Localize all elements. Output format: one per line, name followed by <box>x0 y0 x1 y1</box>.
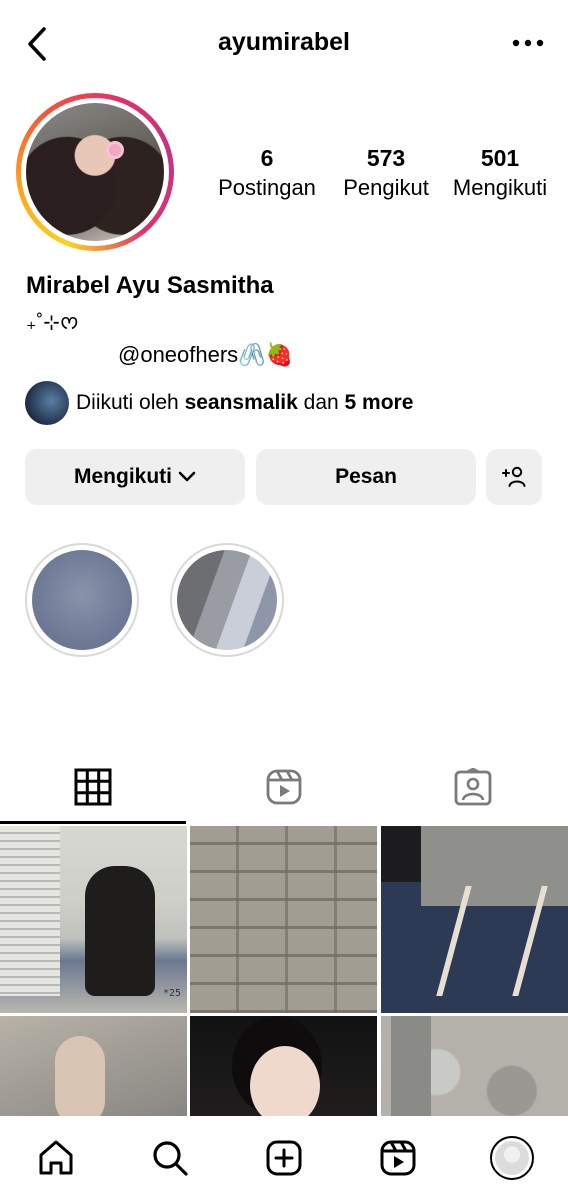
grid-post[interactable]: *25 <box>0 826 187 1013</box>
profile-full-name: Mirabel Ayu Sasmitha <box>26 272 274 299</box>
reels-icon <box>266 769 301 805</box>
more-options-button[interactable] <box>510 28 546 58</box>
posts-stat[interactable]: 6 Postingan <box>207 145 327 205</box>
posts-count: 6 <box>260 145 274 171</box>
followers-stat[interactable]: 573 Pengikut <box>332 145 440 205</box>
nav-create[interactable] <box>260 1134 308 1182</box>
grid-post[interactable] <box>381 826 568 1013</box>
bio-line: ₊˚⊹ᰔ <box>26 312 79 334</box>
posts-label: Postingan <box>218 175 316 200</box>
following-button-label: Mengikuti <box>74 465 172 488</box>
grid-post[interactable] <box>190 1016 377 1116</box>
nav-profile[interactable] <box>488 1134 536 1182</box>
followers-count: 573 <box>366 145 406 171</box>
message-button[interactable]: Pesan <box>256 449 476 505</box>
tab-tagged[interactable] <box>378 750 568 824</box>
grid-post[interactable] <box>381 1016 568 1116</box>
home-icon <box>39 1140 73 1175</box>
following-label: Mengikuti <box>452 175 548 200</box>
nav-search[interactable] <box>146 1134 194 1182</box>
more-horizontal-icon <box>512 39 544 47</box>
bio-mention[interactable]: @oneofhers🖇️🍓 <box>118 342 293 368</box>
followed-by-more: 5 more <box>344 391 414 414</box>
profile-username: ayumirabel <box>217 28 350 56</box>
grid-icon <box>74 768 112 806</box>
bottom-navigation <box>0 1116 568 1199</box>
chevron-down-icon <box>178 471 196 482</box>
post-watermark: *25 <box>162 988 181 999</box>
followed-by-middle: dan <box>297 391 345 414</box>
nav-reels[interactable] <box>374 1134 422 1182</box>
profile-photo <box>26 103 164 241</box>
active-tab-indicator <box>0 821 186 824</box>
create-post-icon <box>266 1140 302 1176</box>
add-person-icon <box>502 466 526 487</box>
following-stat[interactable]: 501 Mengikuti <box>444 145 556 205</box>
highlight-cover <box>32 550 132 650</box>
profile-tabs <box>0 750 568 824</box>
grid-post[interactable] <box>0 1016 187 1116</box>
followed-by-user: seansmalik <box>184 391 298 414</box>
tagged-person-icon <box>454 768 492 806</box>
nav-home[interactable] <box>32 1134 80 1182</box>
profile-avatar-icon <box>490 1136 534 1180</box>
following-button[interactable]: Mengikuti <box>25 449 245 505</box>
message-button-label: Pesan <box>335 465 397 488</box>
following-count: 501 <box>480 145 520 171</box>
followed-by[interactable]: Diikuti oleh seansmalik dan 5 more <box>25 380 413 426</box>
followers-label: Pengikut <box>343 175 429 200</box>
mutual-follower-avatar <box>25 381 69 425</box>
story-highlight[interactable] <box>25 543 139 657</box>
tab-posts-grid[interactable] <box>0 750 186 824</box>
posts-grid: *25 <box>0 826 568 1116</box>
story-highlight[interactable] <box>170 543 284 657</box>
suggested-users-button[interactable] <box>486 449 542 505</box>
followed-by-prefix: Diikuti oleh <box>76 391 185 414</box>
top-bar: ayumirabel <box>0 0 568 90</box>
reels-icon <box>380 1140 416 1176</box>
search-icon <box>153 1141 188 1176</box>
highlight-cover <box>177 550 277 650</box>
tab-reels[interactable] <box>189 750 378 824</box>
profile-avatar[interactable] <box>16 93 174 251</box>
grid-post[interactable] <box>190 826 377 1013</box>
